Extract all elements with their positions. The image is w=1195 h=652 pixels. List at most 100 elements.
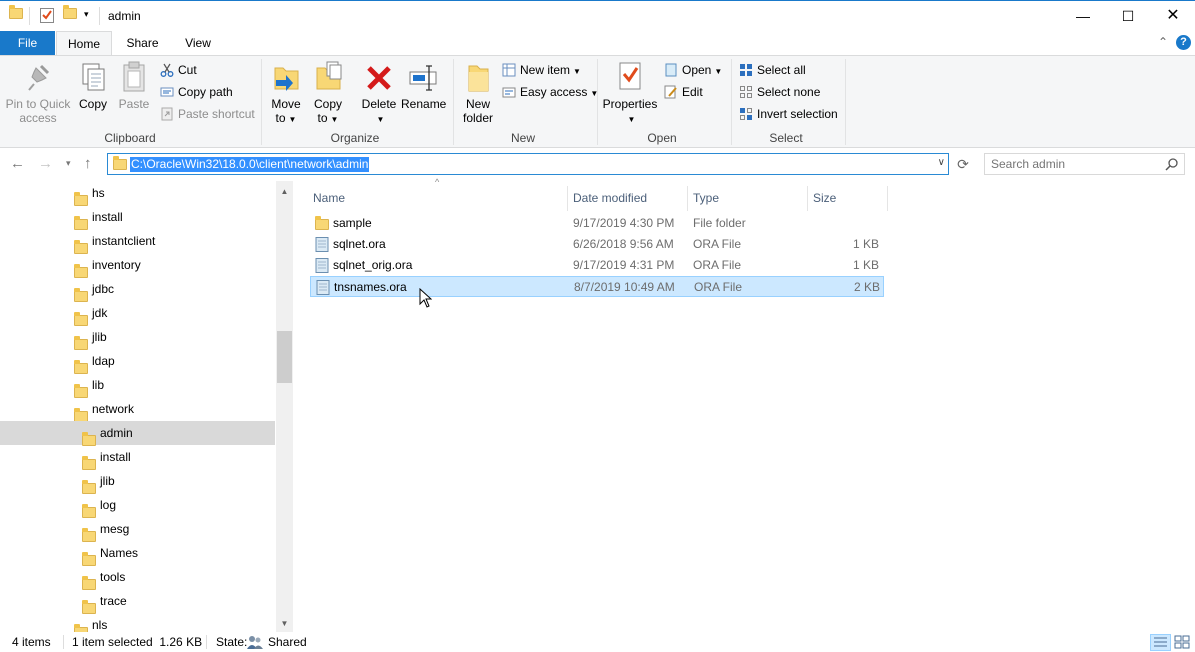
- file-date-modified: 9/17/2019 4:31 PM: [573, 258, 675, 272]
- easy-access-button[interactable]: Easy access ▼: [502, 82, 598, 102]
- large-icons-view-icon[interactable]: [1172, 634, 1193, 651]
- tree-item-tools[interactable]: tools: [0, 565, 275, 590]
- file-size: 2 KB: [853, 280, 880, 294]
- edit-pencil-icon: [664, 85, 678, 99]
- tree-item-label: nls: [92, 618, 108, 632]
- status-state-value: Shared: [268, 635, 307, 649]
- customize-quick-access-icon[interactable]: ▾: [84, 9, 89, 20]
- select-none-button[interactable]: Select none: [739, 82, 820, 102]
- tree-item-jlib[interactable]: jlib: [0, 469, 275, 494]
- invert-selection-icon: [739, 107, 753, 121]
- new-item-button[interactable]: New item ▼: [502, 60, 581, 80]
- address-bar[interactable]: C:\Oracle\Win32\18.0.0\client\network\ad…: [107, 153, 949, 175]
- minimize-button[interactable]: —: [1060, 1, 1106, 31]
- properties-button[interactable]: Properties ▼: [602, 60, 658, 127]
- invert-selection-button[interactable]: Invert selection: [739, 104, 838, 124]
- scroll-down-icon[interactable]: ▼: [276, 615, 293, 632]
- maximize-button[interactable]: ☐: [1105, 1, 1151, 31]
- tab-share[interactable]: Share: [115, 31, 170, 55]
- file-date-modified: 8/7/2019 10:49 AM: [574, 280, 675, 294]
- window-title: admin: [108, 9, 141, 23]
- tree-scrollbar[interactable]: ▲ ▼: [276, 181, 293, 632]
- tree-item-nls[interactable]: nls: [0, 613, 275, 632]
- details-view-icon[interactable]: [1150, 634, 1171, 651]
- tree-item-names[interactable]: Names: [0, 541, 275, 566]
- copy-to-button[interactable]: Copy to ▼: [311, 60, 345, 127]
- paste-button[interactable]: Paste: [117, 60, 151, 111]
- scroll-thumb[interactable]: [277, 331, 292, 383]
- tree-item-network[interactable]: network: [0, 397, 275, 422]
- cut-button[interactable]: Cut: [160, 60, 197, 80]
- open-button[interactable]: Open ▼: [664, 60, 722, 80]
- copy-icon: [77, 60, 109, 94]
- forward-arrow-icon[interactable]: →: [38, 155, 53, 172]
- rename-icon: [407, 60, 439, 94]
- close-button[interactable]: ✕: [1150, 1, 1195, 31]
- column-header-date-modified[interactable]: Date modified: [568, 186, 688, 211]
- tree-item-label: instantclient: [92, 234, 156, 248]
- search-icon[interactable]: [1165, 157, 1179, 171]
- delete-button[interactable]: Delete ▼: [360, 60, 398, 127]
- paste-shortcut-button[interactable]: Paste shortcut: [160, 104, 255, 124]
- tree-item-install[interactable]: install: [0, 205, 275, 230]
- rename-button[interactable]: Rename: [401, 60, 446, 111]
- select-all-button[interactable]: Select all: [739, 60, 806, 80]
- tree-item-inventory[interactable]: inventory: [0, 253, 275, 278]
- easy-access-icon: [502, 85, 516, 99]
- copy-button[interactable]: Copy: [76, 60, 110, 111]
- tree-item-install[interactable]: install: [0, 445, 275, 470]
- column-header-type[interactable]: Type: [688, 186, 808, 211]
- tree-item-log[interactable]: log: [0, 493, 275, 518]
- address-path[interactable]: C:\Oracle\Win32\18.0.0\client\network\ad…: [130, 157, 370, 172]
- collapse-ribbon-icon[interactable]: ⌃: [1158, 35, 1168, 49]
- tree-item-jdbc[interactable]: jdbc: [0, 277, 275, 302]
- search-box[interactable]: [984, 153, 1185, 175]
- pin-label-line2: access: [19, 111, 57, 125]
- file-row[interactable]: sqlnet.ora 6/26/2018 9:56 AM ORA File 1 KB: [310, 234, 884, 255]
- new-folder-quick-access-icon[interactable]: [63, 5, 77, 19]
- group-label-clipboard: Clipboard: [104, 131, 156, 145]
- file-row[interactable]: sample 9/17/2019 4:30 PM File folder: [310, 213, 884, 234]
- tree-item-instantclient[interactable]: instantclient: [0, 229, 275, 254]
- move-to-button[interactable]: Move to ▼: [269, 60, 303, 127]
- ribbon-tabs: File Home Share View: [0, 31, 1195, 55]
- tree-item-ldap[interactable]: ldap: [0, 349, 275, 374]
- properties-quick-access-icon[interactable]: [40, 8, 54, 26]
- tree-item-lib[interactable]: lib: [0, 373, 275, 398]
- refresh-icon[interactable]: ⟳: [952, 153, 974, 175]
- recent-locations-icon[interactable]: ▾: [66, 158, 71, 169]
- status-item-count: 4 items: [12, 635, 51, 649]
- file-list: ^ Name Date modified Type Size sample 9/1…: [294, 177, 1195, 632]
- file-name: sample: [333, 216, 372, 230]
- new-folder-button[interactable]: New folder: [459, 60, 497, 125]
- tree-item-trace[interactable]: trace: [0, 589, 275, 614]
- file-row[interactable]: tnsnames.ora 8/7/2019 10:49 AM ORA File 2 K…: [310, 276, 884, 297]
- tree-item-jlib[interactable]: jlib: [0, 325, 275, 350]
- scroll-up-icon[interactable]: ▲: [276, 183, 293, 200]
- tree-item-jdk[interactable]: jdk: [0, 301, 275, 326]
- new-folder-icon: [462, 60, 494, 94]
- tab-file[interactable]: File: [0, 31, 55, 55]
- tree-item-hs[interactable]: hs: [0, 181, 275, 206]
- pin-to-quick-access-button[interactable]: Pin to Quick access: [3, 60, 73, 125]
- search-input[interactable]: [991, 155, 1161, 173]
- file-row[interactable]: sqlnet_orig.ora 9/17/2019 4:31 PM ORA File…: [310, 255, 884, 276]
- file-size: 1 KB: [852, 237, 879, 251]
- column-header-size[interactable]: Size: [808, 186, 888, 211]
- tree-item-mesg[interactable]: mesg: [0, 517, 275, 542]
- help-icon[interactable]: ?: [1176, 35, 1191, 50]
- tree-item-label: Names: [100, 546, 139, 560]
- back-arrow-icon[interactable]: ←: [10, 155, 25, 172]
- up-arrow-icon[interactable]: ↑: [84, 155, 92, 172]
- group-label-select: Select: [769, 131, 803, 145]
- tab-home[interactable]: Home: [56, 31, 112, 55]
- column-header-name[interactable]: Name: [308, 186, 568, 211]
- address-dropdown-icon[interactable]: ∨: [938, 157, 945, 168]
- tab-view[interactable]: View: [170, 31, 226, 55]
- tree-item-label: inventory: [92, 258, 141, 272]
- folder-icon: [113, 156, 127, 170]
- copy-path-button[interactable]: Copy path: [160, 82, 233, 102]
- edit-button[interactable]: Edit: [664, 82, 703, 102]
- mouse-cursor-icon: [419, 287, 433, 311]
- tree-item-admin[interactable]: admin: [0, 421, 275, 446]
